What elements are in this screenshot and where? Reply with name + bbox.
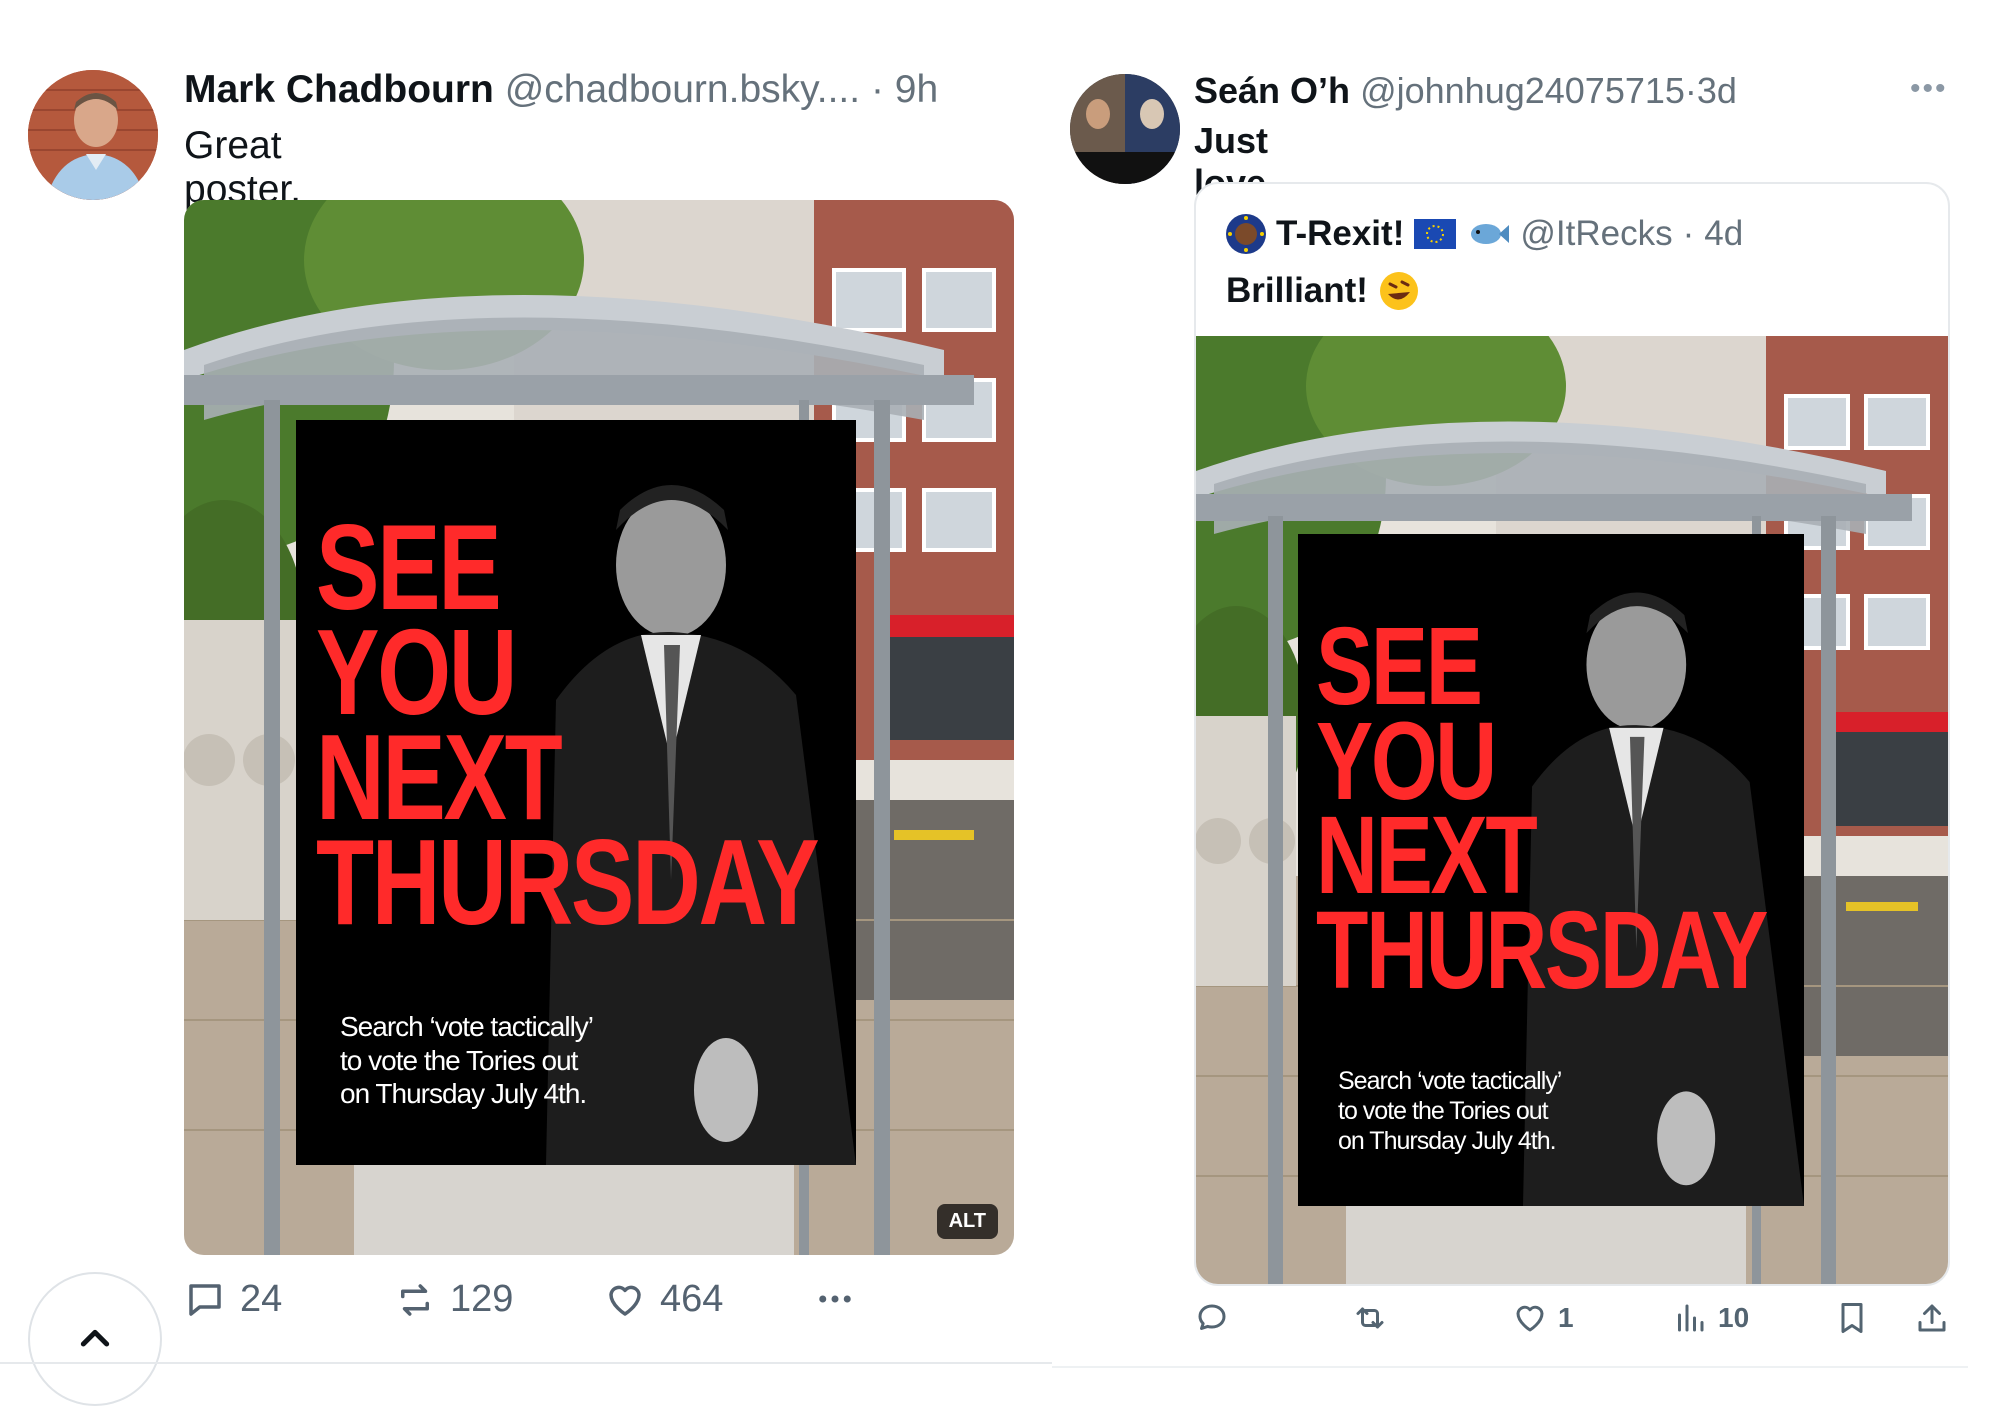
right-post-header: Seán O’h @johnhug24075715·3d (1194, 70, 1737, 112)
reply-button[interactable]: 24 (184, 1278, 282, 1321)
quoted-post-text-row: Brilliant! (1226, 270, 1420, 312)
author-handle[interactable]: @chadbourn.bsky.... (505, 68, 860, 111)
reply-button[interactable] (1194, 1300, 1230, 1336)
author-name[interactable]: Seán O’h (1194, 70, 1350, 111)
post-image[interactable]: SEE YOU NEXT THURSDAY Search ‘vote tacti… (184, 200, 1014, 1255)
poster-subline: Search ‘vote tactically’ to vote the Tor… (340, 1010, 594, 1111)
poster-panel: SEE YOU NEXT THURSDAY Search ‘vote tacti… (296, 420, 856, 1165)
rofl-emoji-icon (1379, 272, 1418, 310)
subline-line: Search ‘vote tactically’ (1338, 1067, 1562, 1095)
fish-icon (1471, 224, 1510, 244)
like-count: 464 (660, 1278, 724, 1320)
post-time[interactable]: 3d (1697, 70, 1737, 111)
quoted-post-image[interactable]: SEE YOU NEXT THURSDAY Search ‘vote tacti… (1196, 336, 1948, 1284)
subline-line: on Thursday July 4th. (1338, 1127, 1557, 1155)
poster-subline: Search ‘vote tactically’ to vote the Tor… (1338, 1066, 1562, 1156)
divider (0, 1362, 1052, 1364)
left-avatar[interactable] (28, 70, 158, 200)
speech-bubble-icon (1198, 1304, 1226, 1330)
speech-bubble-icon (189, 1283, 221, 1316)
quote-author-handle[interactable]: @ItRecks (1520, 214, 1672, 254)
like-count: 1 (1558, 1302, 1574, 1333)
author-handle[interactable]: @johnhug24075715 (1360, 70, 1685, 111)
divider (1052, 1366, 1968, 1368)
more-dots-icon (819, 1295, 851, 1303)
scroll-to-top-button[interactable] (28, 1272, 162, 1406)
quoted-post[interactable]: T-Rexit! @ItRecks · 4d Brilliant! SEE YO… (1194, 182, 1950, 1286)
subline-line: Search ‘vote tactically’ (340, 1011, 594, 1042)
repost-arrows-icon (1356, 1307, 1384, 1329)
quote-author-name[interactable]: T-Rexit! (1276, 214, 1404, 254)
headline-line: THURSDAY (1316, 888, 1768, 1012)
left-post-header: Mark Chadbourn @chadbourn.bsky.... · 9h (184, 68, 938, 112)
poster-headline: SEE YOU NEXT THURSDAY (1316, 612, 1768, 1012)
heart-icon (1516, 1305, 1544, 1332)
separator-dot: · (1684, 70, 1697, 111)
poster-headline: SEE YOU NEXT THURSDAY (316, 506, 820, 950)
heart-icon (609, 1285, 641, 1316)
subline-line: to vote the Tories out (1338, 1097, 1549, 1125)
reply-count: 24 (240, 1278, 283, 1320)
separator-dot: · (1682, 214, 1695, 253)
left-action-bar: 24 129 464 (184, 1278, 1014, 1338)
subline-line: to vote the Tories out (340, 1044, 578, 1076)
bookmark-icon (1841, 1303, 1863, 1333)
repost-arrows-icon (401, 1283, 429, 1316)
more-button[interactable] (814, 1278, 856, 1320)
author-name[interactable]: Mark Chadbourn (184, 68, 494, 111)
headline-line: THURSDAY (316, 813, 820, 950)
right-action-bar: 1 10 (1194, 1300, 1954, 1350)
repost-button[interactable]: 129 (394, 1278, 513, 1321)
quote-time[interactable]: 4d (1704, 214, 1743, 254)
chevron-up-icon (80, 1329, 110, 1347)
separator-dot: · (870, 68, 884, 111)
quote-text: Brilliant! (1226, 271, 1368, 310)
bookmark-button[interactable] (1834, 1300, 1870, 1336)
quoted-post-header: T-Rexit! @ItRecks · 4d (1226, 214, 1743, 254)
alt-badge[interactable]: ALT (936, 1204, 998, 1239)
bar-chart-icon (1678, 1304, 1704, 1332)
share-upload-icon (1918, 1304, 1946, 1332)
share-button[interactable] (1914, 1300, 1950, 1336)
repost-button[interactable] (1352, 1300, 1388, 1336)
like-button[interactable]: 464 (604, 1278, 723, 1321)
eu-flag-icon (1414, 219, 1457, 249)
more-dots-icon[interactable]: ••• (1910, 72, 1948, 106)
subline-line: on Thursday July 4th. (340, 1078, 587, 1110)
repost-count: 129 (450, 1278, 514, 1320)
like-button[interactable]: 1 (1512, 1300, 1574, 1336)
post-text: Great poster. (184, 124, 302, 211)
poster-panel: SEE YOU NEXT THURSDAY Search ‘vote tacti… (1298, 534, 1804, 1206)
views-button[interactable]: 10 (1672, 1300, 1749, 1336)
right-avatar[interactable] (1070, 74, 1180, 184)
view-count: 10 (1718, 1302, 1750, 1333)
quote-avatar[interactable] (1226, 214, 1266, 254)
post-time[interactable]: 9h (895, 68, 938, 111)
